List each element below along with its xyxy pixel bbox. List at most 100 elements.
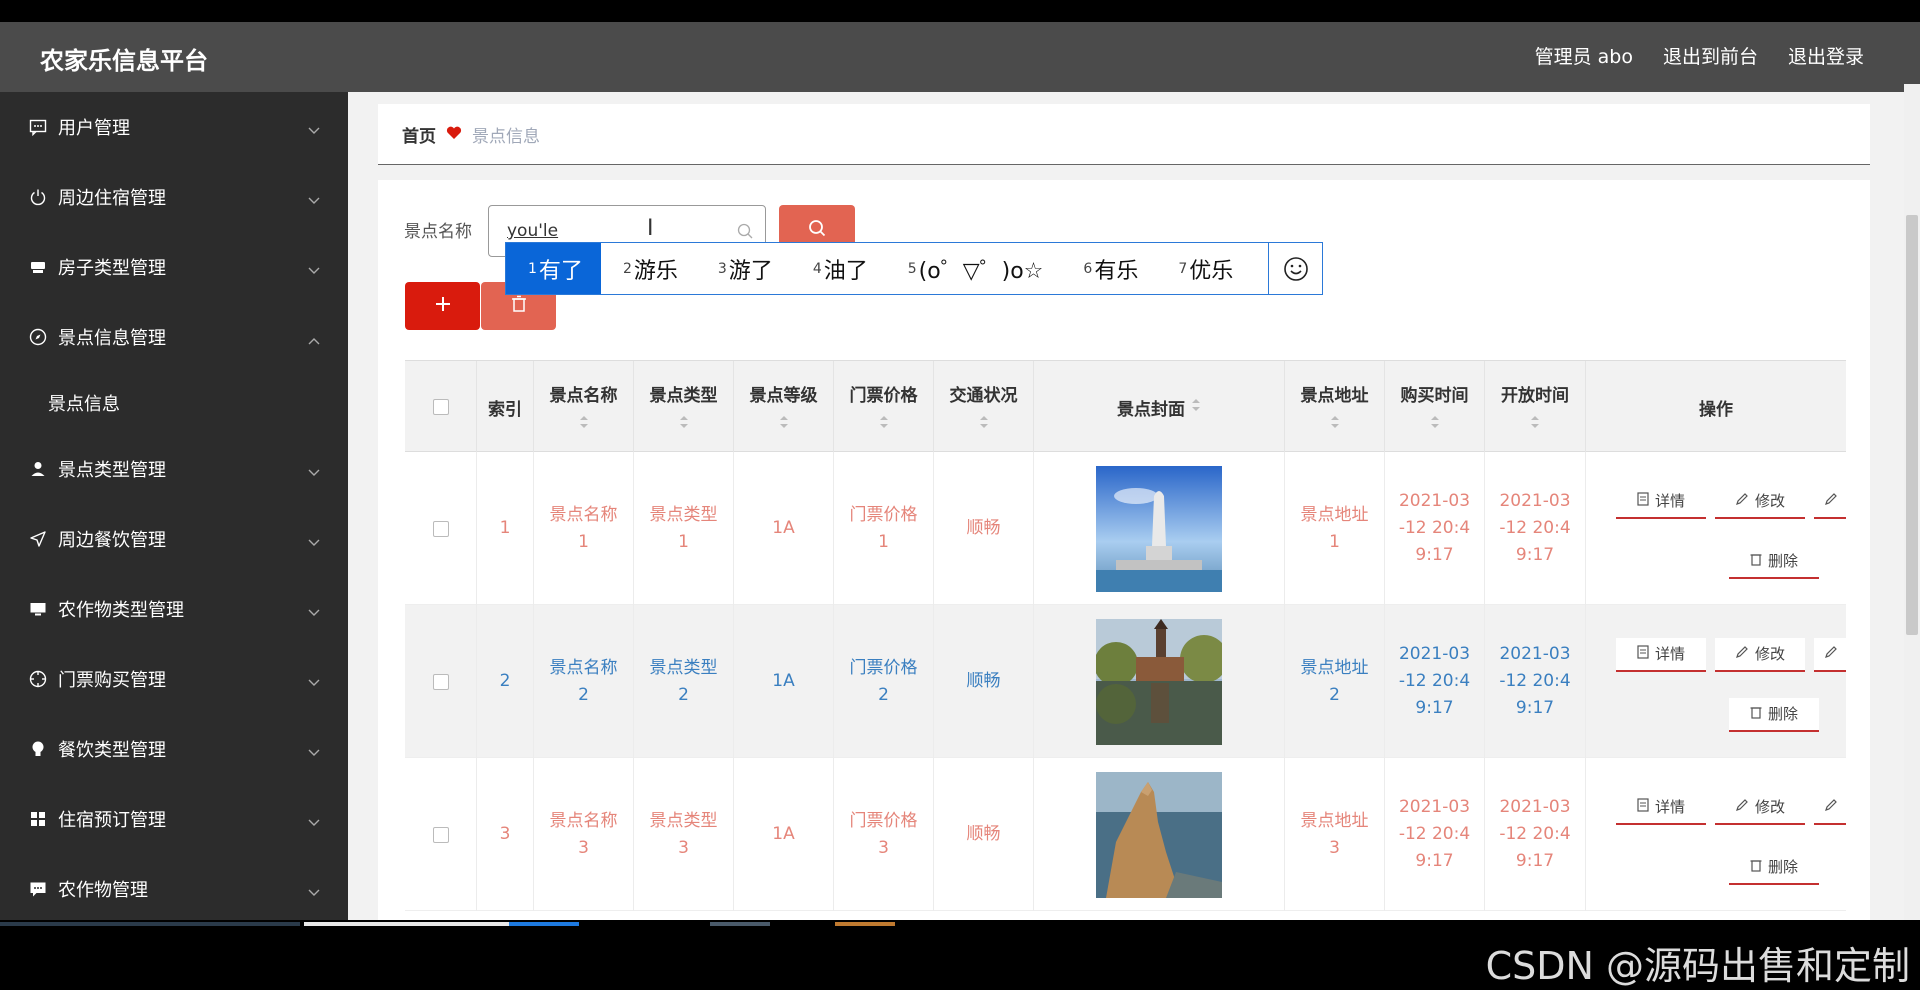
sidebar-item-booking[interactable]: 住宿预订管理 [0, 784, 348, 854]
delete-button[interactable]: 删除 [1729, 545, 1819, 579]
cover-image-cliff[interactable] [1096, 771, 1222, 898]
message-icon [28, 117, 48, 137]
detail-button[interactable]: 详情 [1616, 485, 1706, 519]
delete-button[interactable]: 删除 [1729, 851, 1819, 885]
ime-candidate[interactable]: 5 (o゜▽゜)o☆ [886, 243, 1062, 294]
header-traffic[interactable]: 交通状况 [934, 361, 1034, 453]
breadcrumb-home[interactable]: 首页 [402, 122, 436, 147]
cell-type: 景点类型2 [634, 605, 734, 758]
extra-edit-button[interactable] [1814, 791, 1846, 825]
chevron-down-icon [308, 531, 320, 552]
header-price[interactable]: 门票价格 [834, 361, 934, 453]
detail-button[interactable]: 详情 [1616, 791, 1706, 825]
admin-label[interactable]: 管理员 abo [1535, 42, 1633, 69]
header-actions: 管理员 abo 退出到前台 退出登录 [1535, 42, 1864, 69]
grid-icon [28, 809, 48, 829]
row-checkbox[interactable] [432, 520, 449, 537]
cell-level: 1A [734, 605, 834, 758]
sidebar-item-scenic-type[interactable]: 景点类型管理 [0, 434, 348, 504]
search-input[interactable] [507, 218, 707, 244]
header-address[interactable]: 景点地址 [1285, 361, 1385, 453]
add-button[interactable] [405, 282, 480, 330]
cell-open-time: 2021-03-12 20:49:17 [1485, 452, 1586, 605]
cell-price: 门票价格3 [834, 758, 934, 911]
compass-icon [28, 327, 48, 347]
watermark-text: CSDN @源码出售和定制 [1485, 944, 1910, 988]
header-type[interactable]: 景点类型 [634, 361, 734, 453]
extra-edit-button[interactable] [1814, 638, 1846, 672]
cell-name: 景点名称3 [534, 758, 634, 911]
header-open-time[interactable]: 开放时间 [1485, 361, 1586, 453]
sidebar-item-label: 门票购买管理 [58, 670, 166, 691]
heart-icon [446, 125, 462, 144]
ime-candidate[interactable]: 2 游乐 [601, 243, 696, 294]
breadcrumb-current: 景点信息 [472, 126, 540, 147]
ime-candidate[interactable]: 7 优乐 [1156, 243, 1251, 294]
chevron-down-icon [308, 811, 320, 832]
select-all-checkbox[interactable] [432, 399, 449, 415]
sidebar-item-label: 景点类型管理 [58, 460, 166, 481]
text-cursor-icon: I [647, 216, 654, 241]
trash-icon [511, 295, 527, 317]
sidebar-item-lodging[interactable]: 周边住宿管理 [0, 162, 348, 232]
sidebar-item-label: 农作物类型管理 [58, 600, 184, 621]
cell-cover [1034, 452, 1285, 605]
edit-button[interactable]: 修改 [1715, 791, 1805, 825]
delete-button[interactable]: 删除 [1729, 698, 1819, 732]
emoji-icon[interactable] [1268, 243, 1322, 294]
cell-traffic: 顺畅 [934, 452, 1034, 605]
scrollbar-thumb[interactable] [1906, 215, 1918, 635]
logout-link[interactable]: 退出登录 [1788, 42, 1864, 69]
edit-button[interactable]: 修改 [1715, 638, 1805, 672]
scenic-table: 索引 景点名称 景点类型 景点等级 门票价格 交通状况 景点封面 景点地址 购买… [405, 360, 1846, 920]
header-name[interactable]: 景点名称 [534, 361, 634, 453]
sidebar: 用户管理 周边住宿管理 房子类型管理 景点信息管理 景点信息 景点类型管理 周边… [0, 92, 348, 920]
cell-ops: 详情 修改 删除 [1586, 758, 1846, 911]
table-header: 索引 景点名称 景点类型 景点等级 门票价格 交通状况 景点封面 景点地址 购买… [405, 360, 1846, 453]
table-row: 1 景点名称1 景点类型1 1A 门票价格1 顺畅 景点地址1 2021-03-… [405, 452, 1846, 605]
pencil-icon [1824, 488, 1838, 515]
pencil-icon [1735, 641, 1749, 668]
ime-candidate[interactable]: 6 有乐 [1061, 243, 1156, 294]
edit-button[interactable]: 修改 [1715, 485, 1805, 519]
screen: 农家乐信息平台 管理员 abo 退出到前台 退出登录 用户管理 周边住宿管理 房… [0, 0, 1920, 990]
taskbar-strip [710, 922, 770, 926]
pencil-icon [1824, 794, 1838, 821]
exit-front-link[interactable]: 退出到前台 [1663, 42, 1758, 69]
chevron-down-icon [308, 741, 320, 762]
sidebar-item-house-type[interactable]: 房子类型管理 [0, 232, 348, 302]
taskbar-strip [509, 922, 579, 926]
sidebar-subitem-scenic-info[interactable]: 景点信息 [0, 372, 348, 434]
cell-cover [1034, 758, 1285, 911]
ime-candidate[interactable]: 1 有了 [506, 243, 601, 294]
cover-image-statue[interactable] [1096, 465, 1222, 592]
app-header: 农家乐信息平台 管理员 abo 退出到前台 退出登录 [0, 22, 1920, 92]
ime-candidate[interactable]: 3 游了 [696, 243, 791, 294]
sidebar-item-dining[interactable]: 周边餐饮管理 [0, 504, 348, 574]
cup-icon [28, 257, 48, 277]
sidebar-item-ticket[interactable]: 门票购买管理 [0, 644, 348, 714]
header-buy-time[interactable]: 购买时间 [1385, 361, 1485, 453]
header-cover[interactable]: 景点封面 [1034, 361, 1285, 453]
cover-image-church[interactable] [1096, 618, 1222, 745]
row-checkbox[interactable] [432, 673, 449, 690]
sidebar-item-label: 周边餐饮管理 [58, 530, 166, 551]
document-icon [1637, 641, 1649, 668]
detail-button[interactable]: 详情 [1616, 638, 1706, 672]
taskbar-strip [835, 922, 895, 926]
header-level[interactable]: 景点等级 [734, 361, 834, 453]
sidebar-item-crop[interactable]: 农作物管理 [0, 854, 348, 920]
sidebar-item-scenic-info[interactable]: 景点信息管理 [0, 302, 348, 372]
extra-edit-button[interactable] [1814, 485, 1846, 519]
sidebar-item-dining-type[interactable]: 餐饮类型管理 [0, 714, 348, 784]
ime-candidate[interactable]: 4 油了 [791, 243, 886, 294]
chevron-down-icon [308, 189, 320, 210]
cell-address: 景点地址3 [1285, 758, 1385, 911]
sidebar-item-crop-type[interactable]: 农作物类型管理 [0, 574, 348, 644]
sort-icon [1330, 414, 1340, 434]
sort-icon [879, 414, 889, 434]
sidebar-item-label: 用户管理 [58, 118, 130, 139]
row-checkbox[interactable] [432, 826, 449, 843]
chevron-down-icon [308, 259, 320, 280]
sidebar-item-user[interactable]: 用户管理 [0, 92, 348, 162]
